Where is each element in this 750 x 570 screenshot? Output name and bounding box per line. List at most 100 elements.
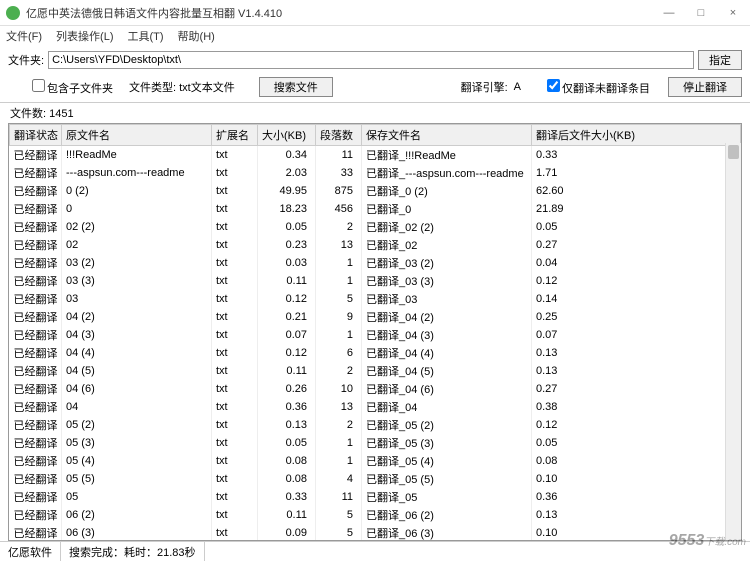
cell-size: 0.26 <box>258 380 316 398</box>
table-row[interactable]: 已经翻译 06 (2) txt 0.11 5 已翻译_06 (2) 0.13 <box>10 506 741 524</box>
col-ext[interactable]: 扩展名 <box>212 125 258 146</box>
col-para[interactable]: 段落数 <box>316 125 362 146</box>
maximize-button[interactable]: □ <box>694 7 708 19</box>
cell-orig: 04 <box>62 398 212 416</box>
col-status[interactable]: 翻译状态 <box>10 125 62 146</box>
cell-ext: txt <box>212 362 258 380</box>
cell-ext: txt <box>212 452 258 470</box>
cell-orig: ---aspsun.com---readme <box>62 164 212 182</box>
table-row[interactable]: 已经翻译 04 (2) txt 0.21 9 已翻译_04 (2) 0.25 <box>10 308 741 326</box>
app-icon <box>6 6 20 20</box>
table-row[interactable]: 已经翻译 ---aspsun.com---readme txt 2.03 33 … <box>10 164 741 182</box>
cell-size: 0.11 <box>258 506 316 524</box>
include-subfolder-checkbox[interactable]: 包含子文件夹 <box>32 79 113 96</box>
cell-orig: 0 <box>62 200 212 218</box>
cell-orig: 0 (2) <box>62 182 212 200</box>
cell-para: 1 <box>316 326 362 344</box>
cell-para: 11 <box>316 146 362 165</box>
cell-orig: 05 (4) <box>62 452 212 470</box>
cell-status: 已经翻译 <box>10 380 62 398</box>
cell-ext: txt <box>212 416 258 434</box>
filetype-label: 文件类型: txt文本文件 <box>129 79 235 95</box>
table-row[interactable]: 已经翻译 02 (2) txt 0.05 2 已翻译_02 (2) 0.05 <box>10 218 741 236</box>
close-button[interactable]: × <box>726 7 740 19</box>
cell-ext: txt <box>212 164 258 182</box>
cell-para: 13 <box>316 398 362 416</box>
scrollbar-thumb[interactable] <box>728 145 739 159</box>
cell-status: 已经翻译 <box>10 506 62 524</box>
cell-status: 已经翻译 <box>10 524 62 541</box>
table-row[interactable]: 已经翻译 06 (3) txt 0.09 5 已翻译_06 (3) 0.10 <box>10 524 741 541</box>
col-tsize[interactable]: 翻译后文件大小(KB) <box>532 125 741 146</box>
menu-list[interactable]: 列表操作(L) <box>56 28 113 44</box>
col-saved[interactable]: 保存文件名 <box>362 125 532 146</box>
table-row[interactable]: 已经翻译 04 (5) txt 0.11 2 已翻译_04 (5) 0.13 <box>10 362 741 380</box>
cell-para: 1 <box>316 434 362 452</box>
cell-para: 9 <box>316 308 362 326</box>
table-row[interactable]: 已经翻译 03 txt 0.12 5 已翻译_03 0.14 <box>10 290 741 308</box>
folder-path-input[interactable] <box>48 51 694 69</box>
table-row[interactable]: 已经翻译 05 (3) txt 0.05 1 已翻译_05 (3) 0.05 <box>10 434 741 452</box>
col-orig[interactable]: 原文件名 <box>62 125 212 146</box>
cell-status: 已经翻译 <box>10 272 62 290</box>
cell-size: 0.03 <box>258 254 316 272</box>
cell-size: 2.03 <box>258 164 316 182</box>
table-row[interactable]: 已经翻译 05 (2) txt 0.13 2 已翻译_05 (2) 0.12 <box>10 416 741 434</box>
cell-orig: 05 (5) <box>62 470 212 488</box>
cell-tsize: 0.05 <box>532 434 741 452</box>
cell-saved: 已翻译_06 (2) <box>362 506 532 524</box>
cell-para: 1 <box>316 272 362 290</box>
cell-tsize: 0.07 <box>532 326 741 344</box>
col-size[interactable]: 大小(KB) <box>258 125 316 146</box>
cell-orig: !!!ReadMe <box>62 146 212 165</box>
table-row[interactable]: 已经翻译 05 (5) txt 0.08 4 已翻译_05 (5) 0.10 <box>10 470 741 488</box>
table-row[interactable]: 已经翻译 03 (3) txt 0.11 1 已翻译_03 (3) 0.12 <box>10 272 741 290</box>
cell-size: 0.33 <box>258 488 316 506</box>
cell-ext: txt <box>212 254 258 272</box>
cell-tsize: 0.25 <box>532 308 741 326</box>
menu-file[interactable]: 文件(F) <box>6 28 42 44</box>
set-folder-button[interactable]: 指定 <box>698 50 742 70</box>
search-files-button[interactable]: 搜索文件 <box>259 77 333 97</box>
file-table-wrap: 翻译状态 原文件名 扩展名 大小(KB) 段落数 保存文件名 翻译后文件大小(K… <box>8 123 742 541</box>
cell-ext: txt <box>212 398 258 416</box>
cell-saved: 已翻译_05 (4) <box>362 452 532 470</box>
table-row[interactable]: 已经翻译 0 txt 18.23 456 已翻译_0 21.89 <box>10 200 741 218</box>
engine-value[interactable]: A <box>514 81 521 93</box>
table-row[interactable]: 已经翻译 !!!ReadMe txt 0.34 11 已翻译_!!!ReadMe… <box>10 146 741 165</box>
cell-status: 已经翻译 <box>10 416 62 434</box>
minimize-button[interactable]: — <box>662 7 676 19</box>
stop-translate-button[interactable]: 停止翻译 <box>668 77 742 97</box>
table-row[interactable]: 已经翻译 05 txt 0.33 11 已翻译_05 0.36 <box>10 488 741 506</box>
cell-ext: txt <box>212 236 258 254</box>
table-row[interactable]: 已经翻译 04 txt 0.36 13 已翻译_04 0.38 <box>10 398 741 416</box>
only-untranslated-checkbox[interactable]: 仅翻译未翻译条目 <box>547 79 650 96</box>
cell-orig: 05 (3) <box>62 434 212 452</box>
cell-size: 0.08 <box>258 452 316 470</box>
cell-para: 1 <box>316 254 362 272</box>
cell-ext: txt <box>212 200 258 218</box>
table-row[interactable]: 已经翻译 05 (4) txt 0.08 1 已翻译_05 (4) 0.08 <box>10 452 741 470</box>
table-row[interactable]: 已经翻译 03 (2) txt 0.03 1 已翻译_03 (2) 0.04 <box>10 254 741 272</box>
menu-tool[interactable]: 工具(T) <box>128 28 164 44</box>
cell-para: 10 <box>316 380 362 398</box>
cell-orig: 03 (2) <box>62 254 212 272</box>
cell-saved: 已翻译_04 (5) <box>362 362 532 380</box>
menu-help[interactable]: 帮助(H) <box>178 28 215 44</box>
cell-para: 5 <box>316 524 362 541</box>
cell-orig: 05 (2) <box>62 416 212 434</box>
table-row[interactable]: 已经翻译 04 (4) txt 0.12 6 已翻译_04 (4) 0.13 <box>10 344 741 362</box>
vertical-scrollbar[interactable] <box>725 143 741 540</box>
table-row[interactable]: 已经翻译 04 (3) txt 0.07 1 已翻译_04 (3) 0.07 <box>10 326 741 344</box>
cell-status: 已经翻译 <box>10 236 62 254</box>
table-row[interactable]: 已经翻译 0 (2) txt 49.95 875 已翻译_0 (2) 62.60 <box>10 182 741 200</box>
status-search-done: 搜索完成：耗时：21.83秒 <box>61 542 205 561</box>
cell-saved: 已翻译_04 <box>362 398 532 416</box>
cell-status: 已经翻译 <box>10 290 62 308</box>
cell-orig: 04 (3) <box>62 326 212 344</box>
table-row[interactable]: 已经翻译 04 (6) txt 0.26 10 已翻译_04 (6) 0.27 <box>10 380 741 398</box>
cell-tsize: 0.13 <box>532 506 741 524</box>
cell-para: 2 <box>316 218 362 236</box>
table-row[interactable]: 已经翻译 02 txt 0.23 13 已翻译_02 0.27 <box>10 236 741 254</box>
cell-status: 已经翻译 <box>10 452 62 470</box>
